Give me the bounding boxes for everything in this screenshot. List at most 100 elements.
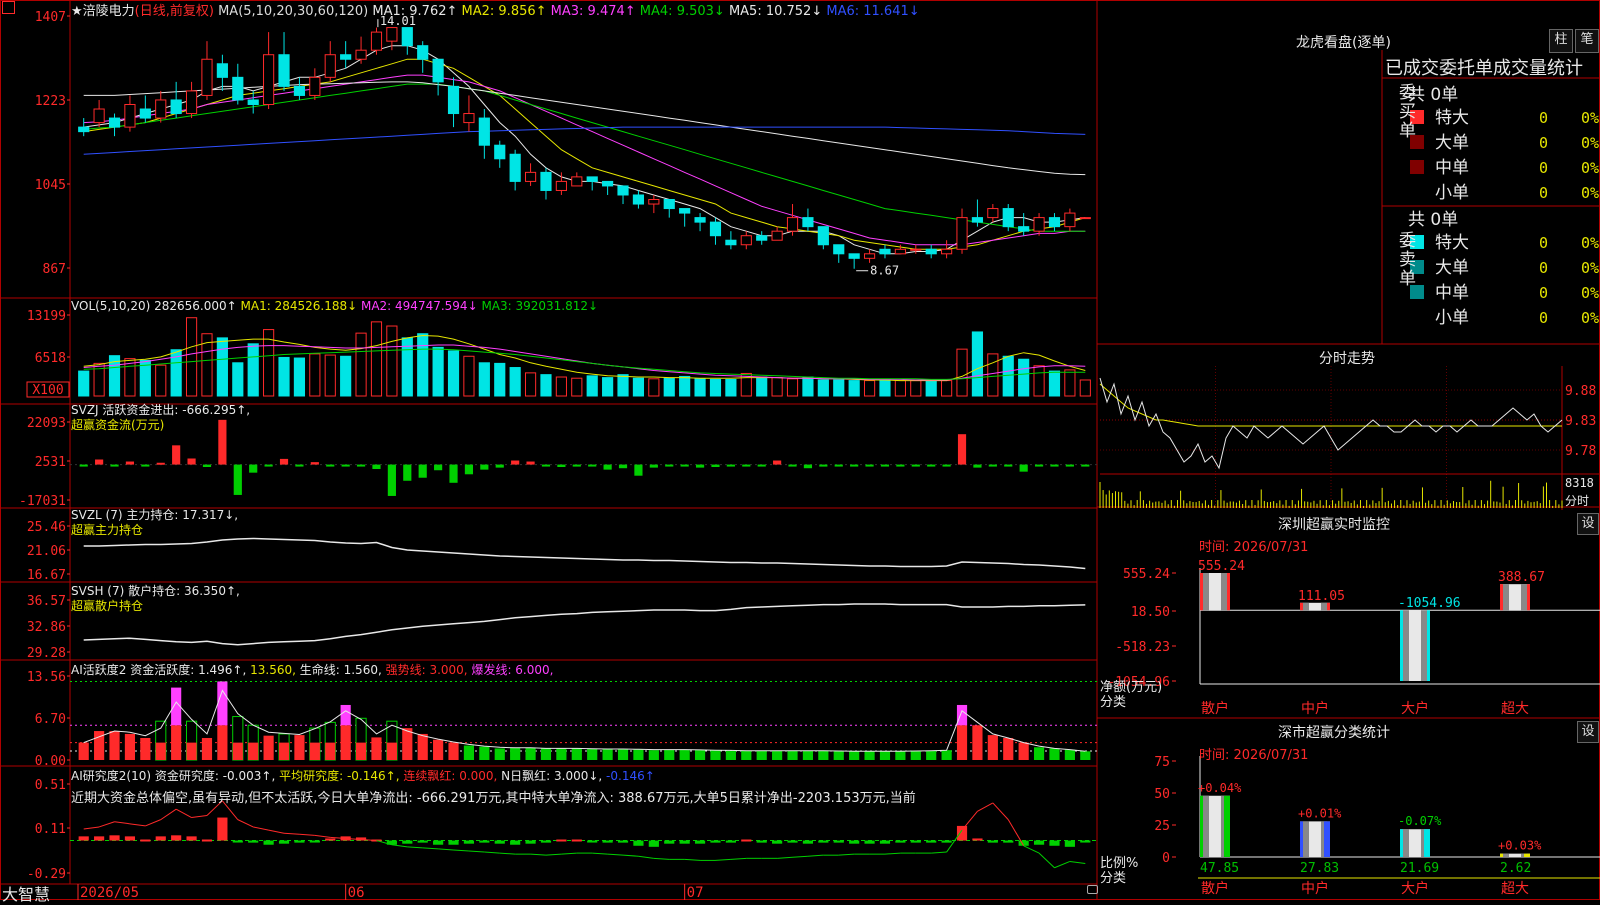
ai2-bar <box>510 840 521 845</box>
candle-up <box>1033 217 1045 232</box>
svzj-bar <box>464 464 474 475</box>
order-mode-button[interactable]: 笔 <box>1575 29 1599 53</box>
intraday-y-tick: 9.78 <box>1565 444 1596 459</box>
ai2-bar <box>402 840 413 844</box>
dropdown-square-icon[interactable] <box>2 1 15 14</box>
ai2-line-seg <box>884 852 901 855</box>
ai2-line-seg <box>83 826 100 830</box>
ai1-bar <box>694 750 706 760</box>
outer-frame <box>0 0 1600 900</box>
sz-monitor-bar-shade <box>1421 610 1427 681</box>
svzj-bar <box>880 464 890 467</box>
ai1-bar-strong <box>355 742 367 760</box>
ai1-bar <box>725 750 736 760</box>
ma-line-ma6 <box>83 126 1086 155</box>
x-axis-label: 07 <box>687 885 704 900</box>
x-axis-label: 06 <box>348 885 365 900</box>
chart-canvas[interactable]: 14071223104586714.018.67131996518X100220… <box>0 0 1600 901</box>
ai2-bar <box>1049 840 1060 846</box>
ai1-legend-item: 爆发线: 6.000, <box>467 663 554 677</box>
svzj-bar <box>264 464 273 467</box>
ai2-legend-item: 连续飘红: 0.000, <box>399 769 498 783</box>
period-label[interactable]: (日线,前复权) <box>135 4 214 19</box>
sz-monitor-bar-edge <box>1200 573 1203 611</box>
sz-monitor-axis-cat: 分类 <box>1100 695 1127 710</box>
intraday-y-tick: 9.83 <box>1565 414 1596 429</box>
candle-down <box>725 239 737 246</box>
vol-bar <box>725 378 737 397</box>
sell-row-percent: 0% <box>1581 234 1599 252</box>
ai1-bar <box>571 748 582 760</box>
candle-down <box>663 199 675 210</box>
ai2-bar <box>633 840 644 846</box>
sz-monitor-settings-button[interactable]: 设 <box>1577 513 1599 535</box>
svzj-bar <box>295 464 304 467</box>
candle-up <box>863 253 876 259</box>
sz-monitor-category: 大户 <box>1401 700 1429 717</box>
candle-up <box>155 99 167 119</box>
ai2-line-seg <box>792 855 808 858</box>
ai2-bar <box>417 840 428 843</box>
ai1-bar <box>1033 747 1045 760</box>
lock-icon[interactable] <box>1087 885 1098 894</box>
sell-row-percent: 0% <box>1581 309 1599 327</box>
vol-bar <box>1079 379 1091 397</box>
vol-bar <box>1002 355 1014 397</box>
ai2-bar <box>679 840 690 844</box>
svzj-bar <box>742 464 751 467</box>
svzl-sub: 超赢主力持仓 <box>71 523 144 537</box>
ai1-bar <box>926 750 937 760</box>
vol-bar <box>555 376 567 397</box>
vol-bar <box>679 375 691 397</box>
candle-up <box>370 31 383 51</box>
ai2-line-seg <box>98 821 115 828</box>
candle-up <box>910 248 922 251</box>
svzj-bar <box>711 464 720 467</box>
buy-row-label: 大单 <box>1435 133 1469 153</box>
ai2-line-seg <box>961 810 978 831</box>
ai1-bar <box>849 751 860 760</box>
vol-bar <box>478 362 490 397</box>
candle-up <box>124 103 136 128</box>
ai2-bar <box>1064 840 1075 847</box>
sz-class-value: 21.69 <box>1400 861 1439 876</box>
ai2-legend-item: 平均研究度: -0.146↑, <box>275 769 400 783</box>
candle-up <box>355 49 367 60</box>
candle-down <box>340 54 352 60</box>
ai2-bar <box>617 840 629 843</box>
svzl-header: SVZL (7) 主力持仓: 17.317↓, 超赢主力持仓 <box>71 508 238 538</box>
ai1-bar-strong <box>248 742 259 760</box>
sz-class-delta: -0.07% <box>1398 814 1442 828</box>
sz-class-category: 大户 <box>1401 880 1429 897</box>
candle-down <box>78 126 90 133</box>
svzj-bar <box>341 464 350 467</box>
ai2-bar <box>972 838 983 841</box>
candle-up <box>201 58 213 96</box>
app-logo[interactable]: 大智慧 <box>2 881 50 905</box>
ai1-bar-burst <box>340 704 351 726</box>
vol-bar <box>386 325 398 397</box>
ai2-line-seg <box>1038 852 1055 869</box>
ai1-bar-strong <box>186 742 197 760</box>
sz-class-settings-button[interactable]: 设 <box>1577 721 1599 743</box>
ai2-bar <box>741 839 752 842</box>
svzj-bar <box>865 464 874 467</box>
ai2-line-seg <box>468 850 485 853</box>
sz-monitor-axis-label: 净额(万元) 分类 <box>1100 680 1162 710</box>
bar-mode-button[interactable]: 柱 <box>1549 29 1573 53</box>
svzj-header: SVZJ 活跃资金进出: -666.295↑, 超赢资金流(万元) <box>71 403 250 433</box>
vol-y-tick: 13199 <box>27 309 66 324</box>
ai1-bar <box>679 749 690 760</box>
ai1-bar <box>494 748 505 760</box>
vol-bar <box>848 380 860 397</box>
vol-bar <box>509 367 521 397</box>
ai1-bar <box>756 750 767 760</box>
ai2-bar <box>818 840 829 843</box>
stock-name[interactable]: ★涪陵电力 <box>71 4 135 19</box>
svzj-bar <box>95 459 104 465</box>
ai2-bar <box>186 836 197 841</box>
candle-up <box>93 108 105 124</box>
sz-monitor-y-tick: 555.24 <box>1123 567 1170 582</box>
ai1-bar <box>463 745 475 760</box>
ai2-bar <box>263 840 274 845</box>
